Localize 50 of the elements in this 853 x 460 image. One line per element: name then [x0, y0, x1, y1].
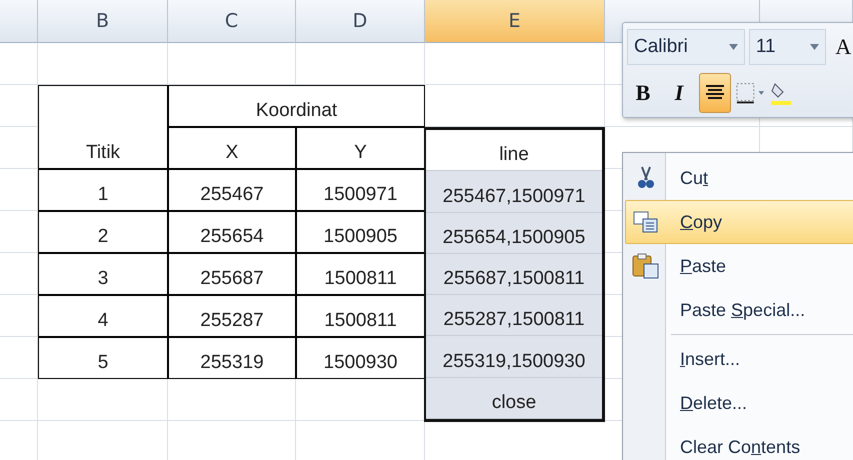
table-cell: 255654	[168, 211, 296, 253]
font-size-dropdown[interactable]: 11	[748, 29, 826, 65]
table-cell: 1500811	[296, 295, 425, 337]
table-cell: 1500905	[296, 211, 425, 253]
row-header[interactable]	[0, 379, 38, 421]
column-header[interactable]: C	[168, 0, 296, 43]
table-cell: 255287,1500811	[426, 295, 602, 336]
table-cell: 2	[38, 211, 168, 253]
table-cell: 1500930	[296, 337, 425, 379]
row-header[interactable]	[0, 43, 38, 85]
paste-icon	[632, 253, 660, 279]
table-cell: 5	[38, 337, 168, 379]
table-cell: 255654,1500905	[426, 212, 602, 254]
borders-icon	[736, 81, 766, 105]
column-header[interactable]: B	[38, 0, 168, 43]
menu-item[interactable]: Paste	[625, 244, 853, 288]
table-cell: 3	[38, 253, 168, 295]
menu-item[interactable]: Cut	[625, 156, 853, 200]
table-cell: 4	[38, 295, 168, 337]
table-cell: Koordinat	[168, 85, 425, 127]
scissors-icon	[637, 166, 655, 190]
table-cell: Y	[296, 127, 425, 169]
bold-button[interactable]: B	[627, 73, 659, 113]
table-cell: 255687	[168, 253, 296, 295]
table-cell: 255319,1500930	[426, 336, 602, 378]
select-all-corner[interactable]	[0, 0, 38, 43]
italic-button[interactable]: I	[663, 73, 695, 113]
font-name-dropdown[interactable]: Calibri	[627, 29, 745, 65]
column-header[interactable]: E	[425, 0, 605, 43]
menu-item[interactable]: Paste Special...	[625, 288, 853, 332]
table-cell: close	[426, 378, 602, 419]
table-cell: Titik	[38, 85, 168, 169]
menu-item[interactable]: Clear Contents	[625, 425, 853, 460]
table-cell: 1500971	[296, 169, 425, 211]
table-cell: 1	[38, 169, 168, 211]
table-cell: 255467	[168, 169, 296, 211]
menu-item[interactable]: Copy	[625, 200, 853, 244]
menu-item[interactable]: Delete...	[625, 381, 853, 425]
copy-icon	[633, 211, 659, 233]
menu-item[interactable]: Insert...	[625, 337, 853, 381]
table-cell: 255687,1500811	[426, 254, 602, 296]
table-cell: 255287	[168, 295, 296, 337]
column-header[interactable]: D	[296, 0, 425, 43]
empty-cell[interactable]	[425, 43, 605, 85]
grow-font-button[interactable]: A	[830, 27, 853, 67]
table-cell: 255467,1500971	[426, 171, 602, 213]
table-cell: 255319	[168, 337, 296, 379]
table-cell: X	[168, 127, 296, 169]
table-cell: 1500811	[296, 253, 425, 295]
center-align-button[interactable]	[699, 73, 731, 113]
